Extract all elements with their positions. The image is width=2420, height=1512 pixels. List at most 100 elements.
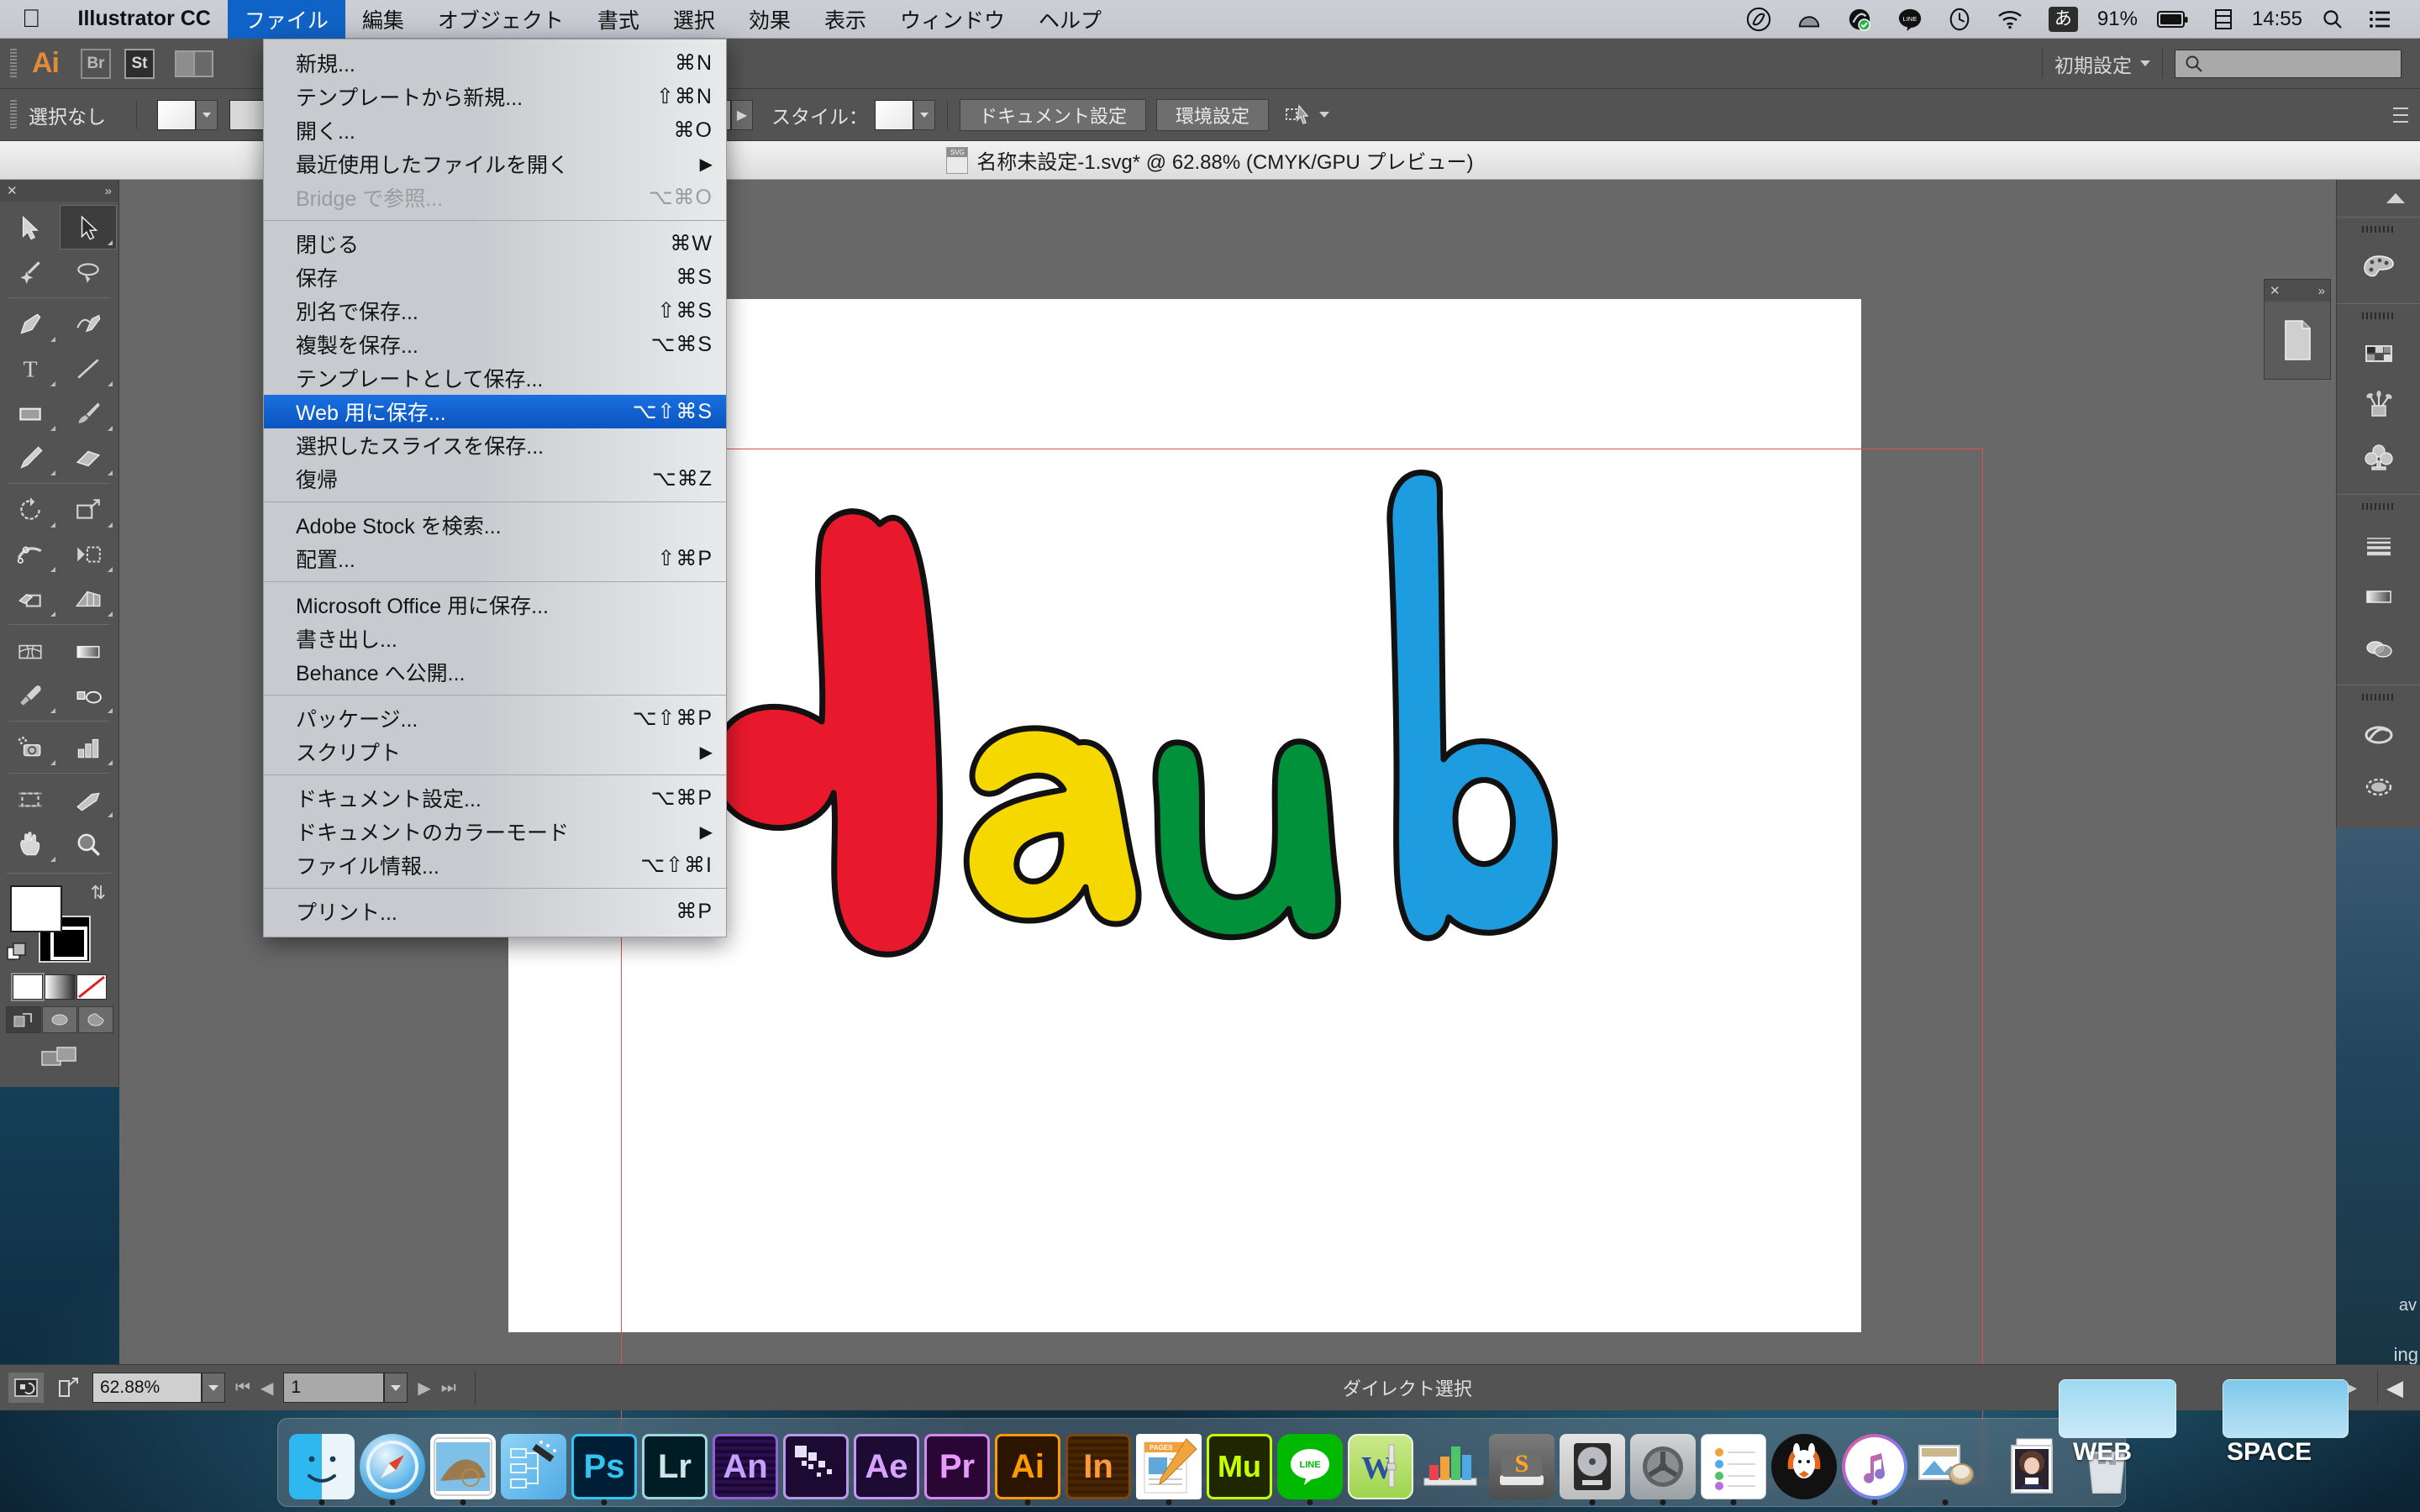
- lasso-tool[interactable]: [60, 249, 118, 294]
- gradient-mode[interactable]: [44, 974, 75, 1000]
- creative-cloud-icon[interactable]: [1733, 0, 1784, 39]
- graphic-style-dropdown[interactable]: [913, 99, 935, 130]
- close-icon[interactable]: ✕: [2270, 283, 2281, 298]
- file-menu-item[interactable]: プリント... ⌘P: [264, 895, 726, 928]
- file-menu-item[interactable]: ファイル情報... ⌥⇧⌘I: [264, 848, 726, 882]
- share-on-behance-icon[interactable]: [50, 1373, 86, 1403]
- file-menu-item[interactable]: Behance へ公開...: [264, 655, 726, 689]
- select-similar-objects-icon[interactable]: [1284, 102, 1313, 128]
- file-menu-item[interactable]: 保存 ⌘S: [264, 260, 726, 294]
- dock-item-alpaca-app[interactable]: [1771, 1425, 1837, 1499]
- calendar-icon[interactable]: [2202, 0, 2245, 39]
- space-web-thumbnail[interactable]: [2059, 1379, 2176, 1438]
- next-artboard-icon[interactable]: ▶: [418, 1378, 430, 1399]
- file-menu-item[interactable]: 配置... ⇧⌘P: [264, 542, 726, 575]
- document-info-icon[interactable]: [2265, 302, 2330, 379]
- pen-tool[interactable]: [2, 302, 60, 346]
- panel-grip[interactable]: [2361, 503, 2396, 510]
- gradient-tool[interactable]: [60, 628, 118, 673]
- perspective-grid-tool[interactable]: [60, 576, 118, 621]
- eyedropper-tool[interactable]: [2, 673, 60, 717]
- document-info-floating-panel[interactable]: ✕ »: [2264, 279, 2331, 380]
- panel-grip[interactable]: [2361, 226, 2396, 233]
- control-bar-grip[interactable]: [10, 99, 17, 130]
- menu-item-file[interactable]: ファイル: [227, 0, 345, 39]
- stroke-panel-icon[interactable]: [2337, 518, 2420, 570]
- symbol-sprayer-tool[interactable]: [2, 725, 60, 769]
- file-menu-item[interactable]: ドキュメント設定... ⌥⌘P: [264, 781, 726, 815]
- file-menu-item[interactable]: スクリプト ▶: [264, 735, 726, 769]
- swap-fill-stroke-icon[interactable]: ⇅: [91, 882, 106, 904]
- graphic-style-swatch[interactable]: [875, 99, 913, 130]
- space-space[interactable]: SPACE: [2210, 1379, 2370, 1472]
- dock-item-reminders[interactable]: [1701, 1425, 1766, 1505]
- arrange-documents-icon[interactable]: [175, 50, 213, 77]
- dock-item-photoshop[interactable]: Ps: [571, 1425, 637, 1505]
- color-mode[interactable]: [10, 973, 45, 1001]
- wifi-icon[interactable]: [1984, 0, 2036, 39]
- file-menu-item[interactable]: 閉じる ⌘W: [264, 227, 726, 260]
- menu-item-type[interactable]: 書式: [581, 0, 656, 39]
- file-menu-item[interactable]: パッケージ... ⌥⇧⌘P: [264, 701, 726, 735]
- scanner-icon[interactable]: [1784, 0, 1834, 39]
- brushes-panel-icon[interactable]: [2337, 380, 2420, 432]
- file-menu-item[interactable]: 別名で保存... ⇧⌘S: [264, 294, 726, 328]
- magic-wand-tool[interactable]: [2, 249, 60, 294]
- file-menu-item[interactable]: 書き出し...: [264, 622, 726, 655]
- file-menu-item[interactable]: テンプレートから新規... ⇧⌘N: [264, 80, 726, 113]
- file-menu-item[interactable]: Bridge で参照... ⌥⌘O: [264, 181, 726, 214]
- dock-item-indesign[interactable]: In: [1065, 1425, 1131, 1499]
- gradient-panel-icon[interactable]: [2337, 570, 2420, 622]
- rotate-tool[interactable]: [2, 487, 60, 532]
- preferences-button[interactable]: 環境設定: [1156, 98, 1270, 131]
- stock-button[interactable]: St: [124, 48, 155, 79]
- eraser-tool[interactable]: [60, 435, 118, 480]
- default-fill-stroke-icon[interactable]: [7, 942, 29, 961]
- apple-logo-icon[interactable]: : [0, 0, 61, 39]
- slice-tool[interactable]: [60, 777, 118, 822]
- chevron-down-icon[interactable]: [2140, 60, 2150, 66]
- panel-grip[interactable]: [2361, 312, 2396, 319]
- bridge-button[interactable]: Br: [81, 48, 111, 79]
- panel-grip[interactable]: [2361, 694, 2396, 701]
- file-menu-dropdown[interactable]: 新規... ⌘N テンプレートから新規... ⇧⌘N 開く... ⌘O 最近使用したファイル…: [263, 39, 727, 937]
- hand-tool[interactable]: [2, 822, 60, 866]
- ime-indicator[interactable]: あ: [2036, 0, 2091, 39]
- daub-lettering-artwork[interactable]: [699, 423, 1674, 1087]
- expand-panels-icon[interactable]: [2337, 180, 2420, 217]
- opacity-dropdown[interactable]: ▶: [731, 99, 753, 130]
- color-panel-icon[interactable]: [2337, 241, 2420, 293]
- swatches-panel-icon[interactable]: [2337, 328, 2420, 380]
- space-space-thumbnail[interactable]: [2223, 1379, 2349, 1438]
- menu-item-edit[interactable]: 編集: [345, 0, 421, 39]
- fill-swatch[interactable]: [157, 99, 196, 130]
- dock-item-premiere-pro[interactable]: Pr: [924, 1425, 990, 1499]
- file-menu-item[interactable]: 開く... ⌘O: [264, 113, 726, 147]
- zoom-tool[interactable]: [60, 822, 118, 866]
- draw-inside-icon[interactable]: [77, 1006, 113, 1033]
- dock-item-logic-pro[interactable]: [1560, 1425, 1625, 1505]
- none-mode[interactable]: [76, 974, 107, 1000]
- symbols-panel-icon[interactable]: [2337, 432, 2420, 484]
- tools-panel-header[interactable]: ✕ »: [0, 180, 118, 202]
- previous-artboard-icon[interactable]: ◀: [260, 1378, 273, 1399]
- menu-item-window[interactable]: ウィンドウ: [883, 0, 1022, 39]
- line-segment-tool[interactable]: [60, 346, 118, 391]
- appearance-panel-icon[interactable]: [2337, 761, 2420, 813]
- creative-cloud-libraries-icon[interactable]: [2337, 709, 2420, 761]
- file-menu-item[interactable]: Microsoft Office 用に保存...: [264, 588, 726, 622]
- file-menu-item[interactable]: 復帰 ⌥⌘Z: [264, 462, 726, 496]
- transparency-panel-icon[interactable]: [2337, 622, 2420, 675]
- file-menu-item[interactable]: 新規... ⌘N: [264, 46, 726, 80]
- first-artboard-icon[interactable]: ⏮: [235, 1378, 250, 1398]
- dock-item-lightroom[interactable]: Lr: [642, 1425, 708, 1499]
- mesh-tool[interactable]: [2, 628, 60, 673]
- last-artboard-icon[interactable]: ⏭: [441, 1378, 456, 1398]
- search-input[interactable]: [2175, 49, 2402, 78]
- shape-builder-tool[interactable]: [2, 576, 60, 621]
- file-menu-item[interactable]: Web 用に保存... ⌥⇧⌘S: [264, 395, 726, 428]
- zoom-dropdown[interactable]: [202, 1373, 225, 1403]
- type-tool[interactable]: T: [2, 346, 60, 391]
- workspace-name[interactable]: 初期設定: [2054, 50, 2140, 78]
- clock-icon[interactable]: [1935, 0, 1984, 39]
